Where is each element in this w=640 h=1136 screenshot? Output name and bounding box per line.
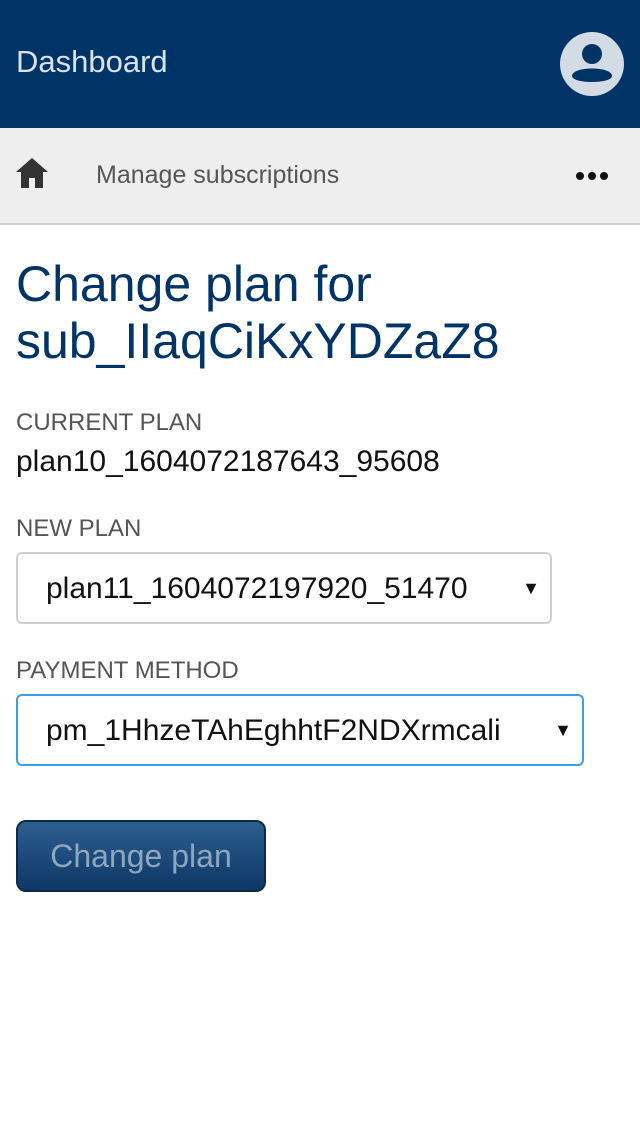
payment-method-label: PAYMENT METHOD — [16, 657, 239, 684]
header-title[interactable]: Dashboard — [16, 42, 168, 82]
home-icon[interactable] — [14, 156, 50, 190]
payment-method-select[interactable]: pm_1HhzeTAhEghhtF2NDXrmcali ▼ — [16, 694, 584, 766]
payment-method-selected: pm_1HhzeTAhEghhtF2NDXrmcali — [46, 714, 501, 747]
app-header: Dashboard — [0, 0, 640, 128]
new-plan-select[interactable]: plan11_1604072197920_51470 ▼ — [16, 552, 552, 624]
more-horizontal-icon[interactable] — [568, 160, 616, 192]
new-plan-label: NEW PLAN — [16, 515, 142, 542]
page-title: Change plan for sub_IIaqCiKxYDZaZ8 — [16, 256, 500, 369]
nav-manage-subscriptions[interactable]: Manage subscriptions — [96, 160, 339, 190]
current-plan-value: plan10_1604072187643_95608 — [16, 445, 440, 478]
chevron-down-icon: ▼ — [522, 578, 540, 598]
change-plan-button[interactable]: Change plan — [16, 820, 266, 892]
current-plan-label: CURRENT PLAN — [16, 409, 203, 436]
user-avatar-icon[interactable] — [560, 32, 624, 96]
new-plan-selected: plan11_1604072197920_51470 — [46, 572, 468, 605]
chevron-down-icon: ▼ — [554, 720, 572, 740]
